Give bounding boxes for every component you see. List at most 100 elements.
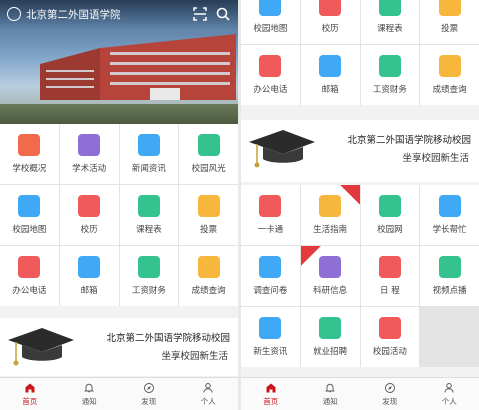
tab-label: 通知: [322, 396, 338, 406]
graduation-cap-icon: [249, 130, 315, 168]
grid-item-label: 新闻资讯: [131, 164, 166, 174]
grid-item[interactable]: 办公电话: [241, 45, 300, 105]
app-title: 北京第二外国语学院: [26, 8, 121, 21]
grid-item-label: 邮箱: [321, 85, 339, 95]
grid-item-label: 课程表: [136, 225, 162, 235]
home-icon: [25, 383, 35, 392]
grid-item[interactable]: 工资财务: [119, 246, 179, 306]
grid-item[interactable]: 新闻资讯: [119, 124, 179, 184]
grid-item-label: 办公电话: [253, 85, 288, 95]
grid-item[interactable]: 邮箱: [300, 45, 360, 105]
phone-icon: [18, 256, 41, 278]
grid-item[interactable]: 校园活动: [360, 307, 420, 367]
grid-item-label: 一卡通: [257, 225, 284, 235]
tab-compass[interactable]: 发现: [119, 378, 179, 410]
graduation-icon: [319, 256, 342, 278]
grid-item-label: 校园活动: [372, 347, 407, 357]
tab-home[interactable]: 首页: [241, 378, 301, 410]
grid-item[interactable]: 科研信息: [300, 246, 360, 306]
grid-item-label: 办公电话: [12, 286, 47, 296]
grid-item[interactable]: 学长帮忙: [420, 185, 479, 245]
grid-item[interactable]: 投票: [420, 0, 479, 44]
grid-item-label: 校园风光: [191, 164, 226, 174]
video-icon: [438, 256, 461, 278]
banner-subtitle: 坐享校园新生活: [402, 153, 469, 164]
grid-item[interactable]: 新生资讯: [241, 307, 300, 367]
grid-item-label: 校园地图: [253, 24, 288, 34]
grid-item[interactable]: 工资财务: [360, 45, 420, 105]
tab-bell[interactable]: 通知: [301, 378, 361, 410]
bell-icon: [84, 383, 95, 392]
tab-user[interactable]: 个人: [179, 378, 239, 410]
grid-item-label: 成绩查询: [191, 286, 226, 296]
grid-item[interactable]: 课程表: [360, 0, 420, 44]
grid-item[interactable]: 校历: [59, 185, 119, 245]
survey-icon: [259, 256, 282, 278]
mobile-campus-banner[interactable]: 北京第二外国语学院移动校园 坐享校园新生活: [0, 318, 238, 376]
grid-item-label: 学长帮忙: [432, 225, 467, 235]
tab-label: 首页: [22, 396, 38, 406]
tab-label: 发现: [382, 396, 398, 406]
mobile-campus-banner[interactable]: 北京第二外国语学院移动校园 坐享校园新生活: [241, 120, 479, 182]
document-icon: [78, 134, 101, 156]
grid-item[interactable]: 视频点播: [420, 246, 479, 306]
grid-item[interactable]: 校园网: [360, 185, 420, 245]
books-icon: [137, 195, 160, 217]
news-icon: [137, 134, 160, 156]
grid-item[interactable]: 办公电话: [0, 246, 59, 306]
grid-item[interactable]: 日 程: [360, 246, 420, 306]
top-bar: 北京第二外国语学院: [0, 0, 238, 28]
grid-item-label: 投票: [200, 225, 218, 235]
clover-icon: [378, 317, 401, 339]
grid-item[interactable]: 投票: [179, 185, 238, 245]
vote-icon: [438, 0, 461, 16]
recruit-icon: [319, 317, 342, 339]
user-icon: [203, 382, 213, 393]
grid-item[interactable]: 邮箱: [59, 246, 119, 306]
grid-item[interactable]: 就业招聘: [300, 307, 360, 367]
image-icon: [197, 134, 220, 156]
compass-icon: [384, 382, 395, 393]
grid-item[interactable]: 校园地图: [241, 0, 300, 44]
grid-item-label: 邮箱: [80, 286, 98, 296]
school-logo-icon: [7, 7, 21, 21]
vote-icon: [197, 195, 220, 217]
grid-item[interactable]: 调查问卷: [241, 246, 300, 306]
grid-item-label: 投票: [441, 24, 459, 34]
home-icon: [266, 383, 276, 392]
grid-item[interactable]: 课程表: [119, 185, 179, 245]
search-icon[interactable]: [215, 6, 231, 22]
tab-label: 首页: [263, 396, 279, 406]
tab-home[interactable]: 首页: [0, 378, 60, 410]
scan-icon[interactable]: [192, 6, 208, 22]
basketball-icon: [319, 195, 342, 217]
tab-compass[interactable]: 发现: [360, 378, 420, 410]
user-icon: [438, 195, 461, 217]
grid-item[interactable]: 校历: [300, 0, 360, 44]
grid-item[interactable]: 成绩查询: [179, 246, 238, 306]
right-function-grid-bottom: 一卡通 生活指南 校园网 学长帮忙调查问卷 科研信息 日 程 视频点播新生资讯 就业招聘 校园活…: [241, 185, 479, 367]
mail-icon: [78, 256, 101, 278]
map-pin-icon: [259, 0, 282, 16]
grid-item[interactable]: 一卡通: [241, 185, 300, 245]
grid-item-label: 日 程: [380, 286, 400, 296]
grid-item[interactable]: 校园风光: [179, 124, 238, 184]
grid-item[interactable]: 生活指南: [300, 185, 360, 245]
grid-item[interactable]: 校园地图: [0, 185, 59, 245]
grid-item-label: 校历: [80, 225, 98, 235]
user-icon: [444, 382, 454, 393]
bell-icon: [325, 383, 336, 392]
building-icon: [18, 134, 41, 156]
grid-item[interactable]: 学校概况: [0, 124, 59, 184]
graduation-cap-icon: [8, 328, 74, 366]
calendar-icon: [78, 195, 101, 217]
grid-item[interactable]: 成绩查询: [420, 45, 479, 105]
grid-item-label: 成绩查询: [432, 85, 467, 95]
compass-icon: [143, 382, 154, 393]
tab-user[interactable]: 个人: [420, 378, 479, 410]
tab-bell[interactable]: 通知: [60, 378, 120, 410]
grid-item[interactable]: 学术活动: [59, 124, 119, 184]
right-function-grid-top: 校园地图 校历 课程表 投票办公电话 邮箱 工资财务 成绩查询: [241, 0, 479, 105]
left-screen: 北京第二外国语学院 学校概况 学术活动 新闻资讯 校园风光校园地图 校历 课程表 投票办公电…: [0, 0, 238, 410]
banner-title: 北京第二外国语学院移动校园: [347, 135, 471, 146]
